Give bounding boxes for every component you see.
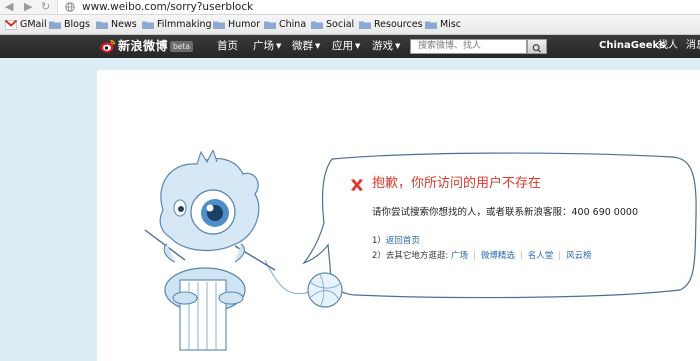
folder-icon (425, 21, 437, 29)
nav-find-people[interactable]: 找人 (658, 39, 678, 53)
weibo-logo-text[interactable]: 新浪微博 (118, 38, 168, 54)
weibo-logo-icon[interactable] (100, 38, 116, 54)
nav-apps-label: 应用 (332, 40, 353, 52)
back-icon[interactable]: ◀ (5, 1, 13, 13)
weibo-mascot-illustration (144, 150, 343, 351)
search-icon (532, 44, 541, 53)
nav-square[interactable]: 广场 ▼ (253, 39, 281, 53)
username-link[interactable]: ChinaGeeks (599, 39, 665, 53)
bookmark-gmail[interactable]: GMail (5, 18, 50, 32)
row2-prefix: 2）去其它地方逛逛: (372, 251, 449, 261)
bookmark-china[interactable]: China (264, 18, 310, 32)
globe-icon (65, 2, 75, 12)
chevron-down-icon: ▼ (276, 42, 282, 50)
address-text[interactable]: www.weibo.com/sorry?userblock (82, 0, 253, 14)
browser-address-row: ◀ ▶ ↻ www.weibo.com/sorry?userblock (0, 0, 700, 15)
speech-bubble (302, 152, 697, 299)
search-input[interactable]: 搜索微博、找人 (410, 39, 527, 54)
search-button[interactable] (527, 39, 547, 54)
chevron-down-icon: ▼ (395, 42, 401, 50)
back-to-home-link[interactable]: 返回首页 (386, 236, 420, 246)
nav-games-label: 游戏 (372, 40, 393, 52)
bookmark-blogs[interactable]: Blogs (49, 18, 93, 32)
suggestion-row-2: 2）去其它地方逛逛: 广场 | 微博精选 | 名人堂 | 风云榜 (372, 250, 592, 262)
folder-icon (96, 21, 108, 29)
nav-home-label: 首页 (217, 40, 238, 52)
divider: | (558, 251, 562, 261)
address-bar[interactable]: www.weibo.com/sorry?userblock (57, 0, 700, 14)
folder-icon (142, 21, 154, 29)
folder-icon (213, 21, 225, 29)
bookmark-social[interactable]: Social (311, 18, 361, 32)
divider: | (473, 251, 476, 261)
error-title: 抱歉，你所访问的用户不存在 (372, 176, 542, 191)
beta-badge: beta (170, 41, 193, 52)
link-rankings[interactable]: 风云榜 (566, 251, 592, 261)
bookmark-filmmaking[interactable]: Filmmaking (142, 18, 212, 32)
error-message: 请你尝试搜索你想找的人，或者联系新浪客服：400 690 0000 (372, 207, 638, 218)
nav-groups-label: 微群 (292, 40, 313, 52)
folder-icon (359, 21, 371, 29)
bookmarks-bar: GMail Blogs News Filmmaking Humor China … (0, 15, 700, 35)
link-hall-of-fame[interactable]: 名人堂 (528, 251, 554, 261)
bookmark-resources[interactable]: Resources (359, 18, 425, 32)
chevron-down-icon: ▼ (355, 42, 361, 50)
search-placeholder: 搜索微博、找人 (418, 41, 482, 51)
folder-icon (311, 21, 323, 29)
nav-home[interactable]: 首页 (217, 39, 238, 53)
folder-icon (49, 21, 61, 29)
folder-icon (264, 21, 276, 29)
nav-groups[interactable]: 微群 ▼ (292, 39, 320, 53)
forward-icon[interactable]: ▶ (24, 1, 32, 13)
error-x-icon (351, 179, 363, 191)
nav-messages[interactable]: 消息 (686, 39, 700, 53)
suggestion-row-1: 1）返回首页 (372, 235, 420, 247)
gmail-icon (5, 20, 17, 30)
reload-icon[interactable]: ↻ (41, 1, 50, 13)
chevron-down-icon: ▼ (315, 42, 321, 50)
nav-apps[interactable]: 应用 ▼ (332, 39, 360, 53)
nav-square-label: 广场 (253, 40, 274, 52)
bookmark-misc[interactable]: Misc (425, 18, 467, 32)
nav-games[interactable]: 游戏 ▼ (372, 39, 400, 53)
divider: | (519, 251, 523, 261)
bookmark-news[interactable]: News (96, 18, 140, 32)
link-featured-weibo[interactable]: 微博精选 (481, 251, 515, 261)
link-square[interactable]: 广场 (451, 251, 468, 261)
weibo-top-nav: 新浪微博 beta 首页 广场 ▼ 微群 ▼ 应用 ▼ 游戏 ▼ 搜索微博、找人 Chi… (0, 35, 700, 58)
bookmark-humor[interactable]: Humor (213, 18, 265, 32)
row1-prefix: 1） (372, 236, 386, 246)
